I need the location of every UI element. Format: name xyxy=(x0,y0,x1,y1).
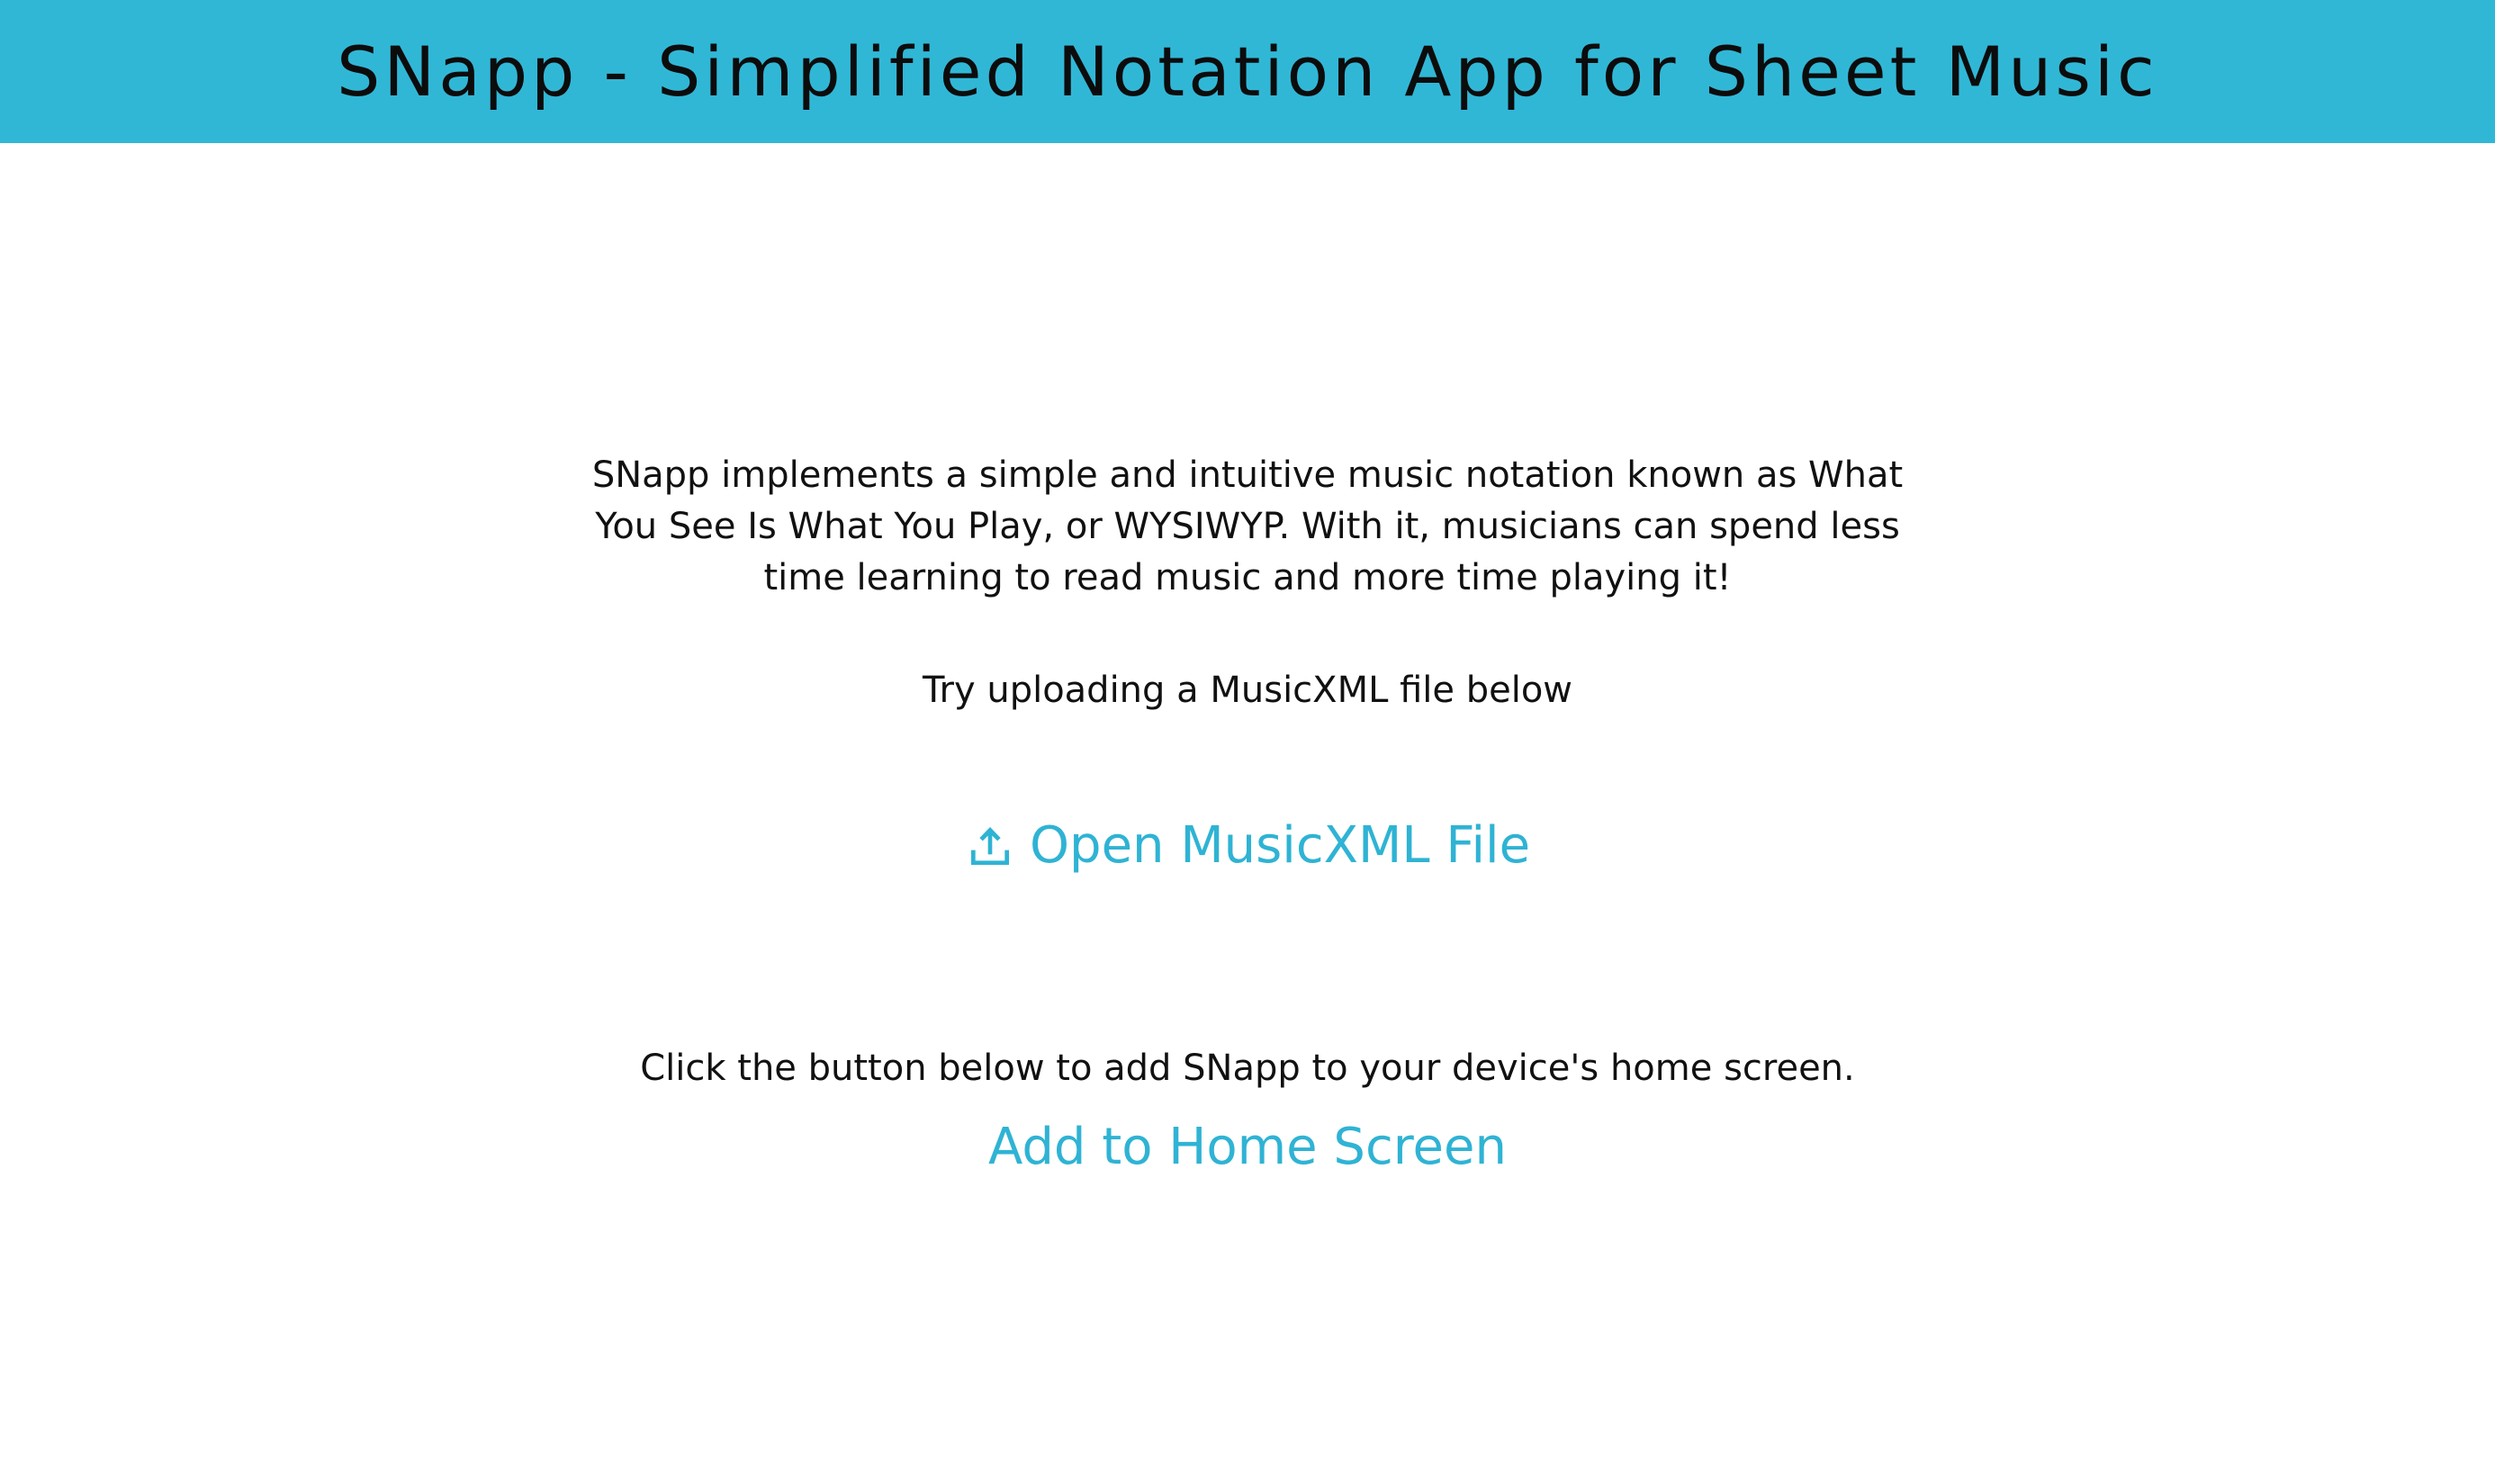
add-to-home-screen-button[interactable]: Add to Home Screen xyxy=(0,1118,2495,1176)
upload-icon xyxy=(965,821,1015,871)
app-header: SNapp - Simplified Notation App for Shee… xyxy=(0,0,2495,143)
intro-text: SNapp implements a simple and intuitive … xyxy=(591,454,1904,598)
open-musicxml-button[interactable]: Open MusicXML File xyxy=(0,816,2495,875)
upload-prompt: Try uploading a MusicXML file below xyxy=(922,670,1573,711)
app-title: SNapp - Simplified Notation App for Shee… xyxy=(337,31,2158,112)
home-screen-note: Click the button below to add SNapp to y… xyxy=(640,1048,1855,1089)
main-content: SNapp implements a simple and intuitive … xyxy=(0,143,2495,1484)
open-musicxml-label: Open MusicXML File xyxy=(1029,816,1531,875)
